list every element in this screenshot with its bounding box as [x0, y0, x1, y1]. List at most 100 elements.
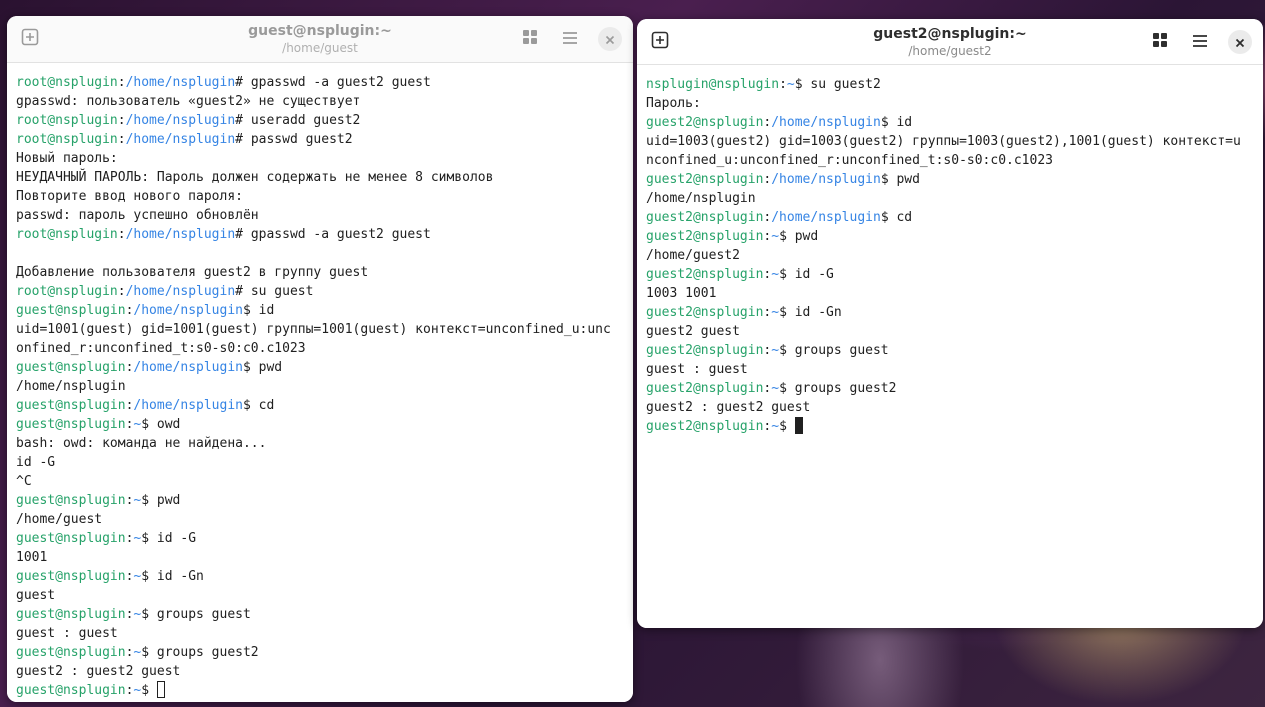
tab-overview-button[interactable] [517, 26, 543, 52]
prompt-symbol: $ [141, 569, 157, 584]
output-line: Пароль: [646, 96, 701, 111]
terminal-window-guest[interactable]: guest@nsplugin:~ /home/guest root@nsplug… [7, 16, 633, 702]
prompt-path: /home/nsplugin [771, 172, 881, 187]
prompt-line: root@nsplugin:/home/nsplugin# gpasswd -a… [16, 73, 624, 92]
close-button[interactable] [1228, 30, 1252, 54]
prompt-symbol: $ [242, 398, 259, 413]
prompt-symbol: $ [779, 305, 795, 320]
main-menu-button[interactable] [1187, 29, 1213, 55]
output-line: /home/guest [16, 512, 103, 527]
terminal-output[interactable]: root@nsplugin:/home/nsplugin# gpasswd -a… [7, 73, 633, 702]
prompt-symbol: # [235, 284, 251, 299]
prompt-line: guest@nsplugin:~$ groups guest [16, 605, 624, 624]
prompt-line: guest@nsplugin:~$ [16, 681, 624, 700]
prompt-user: root@nsplugin [16, 75, 118, 90]
prompt-path: ~ [771, 305, 780, 320]
prompt-symbol: $ [141, 493, 157, 508]
prompt-user: guest@nsplugin [16, 398, 126, 413]
command-text: id -Gn [794, 305, 842, 320]
prompt-line: guest2@nsplugin:~$ pwd [646, 227, 1254, 246]
command-text: su guest2 [810, 77, 881, 92]
prompt-user: guest@nsplugin [16, 303, 126, 318]
prompt-user: root@nsplugin [16, 132, 118, 147]
prompt-user: guest2@nsplugin [646, 115, 764, 130]
prompt-user: guest2@nsplugin [646, 419, 764, 434]
prompt-line: guest2@nsplugin:~$ groups guest [646, 341, 1254, 360]
prompt-path: ~ [771, 343, 780, 358]
prompt-colon: : [117, 284, 126, 299]
tab-overview-button[interactable] [1147, 29, 1173, 55]
prompt-colon: : [117, 132, 126, 147]
prompt-symbol: $ [779, 267, 795, 282]
prompt-user: guest2@nsplugin [646, 381, 764, 396]
prompt-line: guest@nsplugin:/home/nsplugin$ cd [16, 396, 624, 415]
prompt-symbol: $ [141, 683, 157, 698]
prompt-line: nsplugin@nsplugin:~$ su guest2 [646, 75, 1254, 94]
command-text: id [896, 115, 913, 130]
prompt-line: root@nsplugin:/home/nsplugin# useradd gu… [16, 111, 624, 130]
command-text: groups guest2 [794, 381, 897, 396]
prompt-colon: : [117, 75, 126, 90]
prompt-user: guest@nsplugin [16, 607, 126, 622]
prompt-path: /home/nsplugin [125, 75, 236, 90]
command-text: gpasswd -a guest2 guest [250, 75, 431, 90]
output-line: Повторите ввод нового пароля: [16, 189, 243, 204]
command-text: id -G [156, 531, 197, 546]
prompt-user: guest2@nsplugin [646, 267, 764, 282]
prompt-symbol: $ [141, 607, 157, 622]
command-text: pwd [794, 229, 819, 244]
prompt-symbol: $ [880, 115, 897, 130]
output-line: nconfined_u:unconfined_r:unconfined_t:s0… [646, 153, 1053, 168]
header-bar: guest@nsplugin:~ /home/guest [7, 16, 633, 63]
header-bar: guest2@nsplugin:~ /home/guest2 [637, 19, 1263, 65]
terminal-window-guest2[interactable]: guest2@nsplugin:~ /home/guest2 nsplugin@… [637, 19, 1263, 628]
prompt-line: guest2@nsplugin:~$ [646, 417, 1254, 436]
output-line: ^C [16, 474, 32, 489]
output-line: 1001 [16, 550, 48, 565]
prompt-path: ~ [771, 381, 780, 396]
output-line: Новый пароль: [16, 151, 118, 166]
output-line: guest : guest [16, 626, 118, 641]
prompt-path: ~ [771, 229, 780, 244]
prompt-line: guest@nsplugin:~$ pwd [16, 491, 624, 510]
output-line: gpasswd: пользователь «guest2» не сущест… [16, 94, 361, 109]
prompt-symbol: $ [779, 419, 795, 434]
prompt-colon: : [779, 77, 787, 92]
prompt-line: root@nsplugin:/home/nsplugin# passwd gue… [16, 130, 624, 149]
prompt-user: guest@nsplugin [16, 531, 126, 546]
output-line: guest [16, 588, 56, 603]
main-menu-button[interactable] [557, 26, 583, 52]
prompt-line: guest@nsplugin:/home/nsplugin$ pwd [16, 358, 624, 377]
command-text: owd [156, 417, 181, 432]
prompt-symbol: $ [779, 229, 795, 244]
close-button[interactable] [598, 27, 622, 51]
prompt-user: guest@nsplugin [16, 683, 126, 698]
output-line: НЕУДАЧНЫЙ ПАРОЛЬ: Пароль должен содержат… [16, 170, 494, 185]
prompt-symbol: # [235, 75, 251, 90]
output-line: Добавление пользователя guest2 в группу … [16, 265, 369, 280]
output-line: guest2 guest [646, 324, 740, 339]
output-line: /home/nsplugin [16, 379, 126, 394]
prompt-path: /home/nsplugin [125, 284, 236, 299]
command-text: groups guest [794, 343, 889, 358]
prompt-user: guest2@nsplugin [646, 305, 764, 320]
hamburger-menu-icon [562, 30, 578, 49]
prompt-user: guest2@nsplugin [646, 229, 764, 244]
output-line: onfined_r:unconfined_t:s0-s0:c0.c1023 [16, 341, 306, 356]
prompt-path: ~ [771, 267, 780, 282]
prompt-line: guest2@nsplugin:~$ groups guest2 [646, 379, 1254, 398]
prompt-symbol: # [235, 113, 251, 128]
close-icon [1235, 33, 1245, 52]
prompt-user: root@nsplugin [16, 284, 118, 299]
prompt-path: ~ [786, 77, 795, 92]
prompt-line: guest2@nsplugin:~$ id -Gn [646, 303, 1254, 322]
terminal-output[interactable]: nsplugin@nsplugin:~$ su guest2 Пароль: gue… [637, 75, 1263, 628]
prompt-path: /home/nsplugin [133, 360, 243, 375]
prompt-user: root@nsplugin [16, 113, 118, 128]
output-line: 1003 1001 [646, 286, 717, 301]
prompt-symbol: $ [880, 210, 897, 225]
tab-overview-icon [1152, 32, 1168, 52]
prompt-line: root@nsplugin:/home/nsplugin# su guest [16, 282, 624, 301]
prompt-symbol: $ [779, 343, 795, 358]
